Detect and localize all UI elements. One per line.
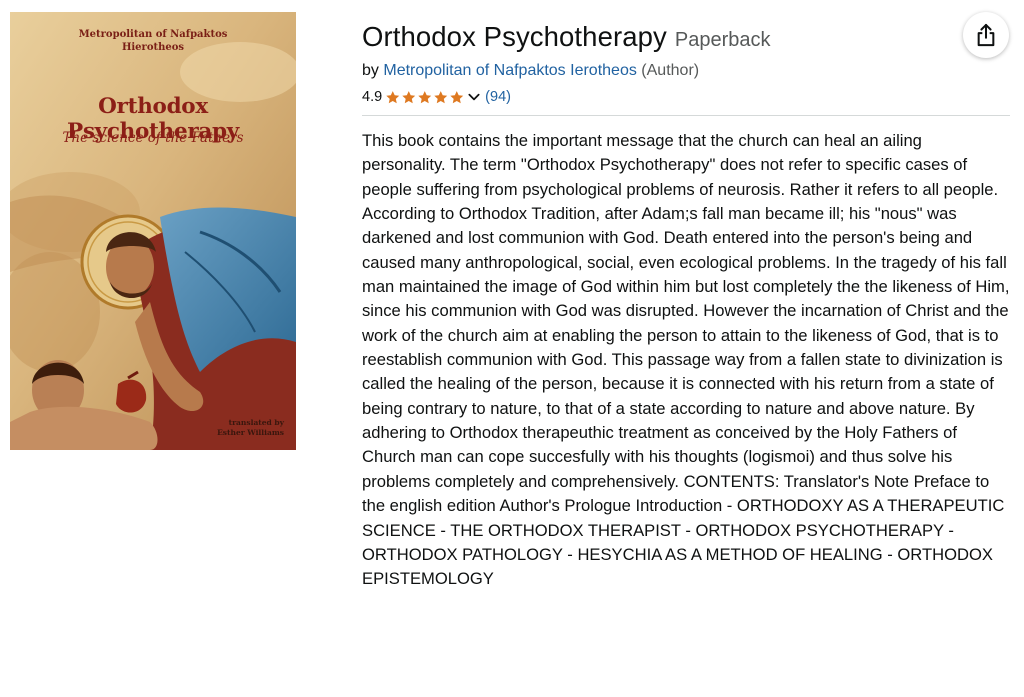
review-count-link[interactable]: (94) <box>485 87 511 107</box>
rating-value: 4.9 <box>362 89 383 105</box>
author-role: (Author) <box>641 62 700 79</box>
product-title: Orthodox Psychotherapy <box>362 21 667 52</box>
star-rating[interactable] <box>385 90 465 105</box>
divider <box>362 115 1010 116</box>
product-details: Orthodox Psychotherapy Paperback by Metr… <box>362 16 1010 592</box>
star-icon <box>386 90 400 103</box>
rating-row: 4.9 (94) <box>362 87 1010 107</box>
star-icon <box>402 90 416 103</box>
cover-subtitle: The science of the Fathers <box>62 130 244 146</box>
share-button[interactable] <box>963 12 1009 58</box>
star-icon <box>418 90 432 103</box>
cover-icon-painting <box>10 12 296 450</box>
star-icon <box>450 90 464 103</box>
cover-author-line2: Hierotheos <box>121 42 185 53</box>
book-cover-image[interactable]: Metropolitan of Nafpaktos Hierotheos Ort… <box>10 12 296 450</box>
cover-translator-line1: translated by <box>228 418 284 427</box>
cover-translator: translated by Esther Williams <box>217 418 284 438</box>
cover-translator-line2: Esther Williams <box>217 428 284 437</box>
star-icon <box>434 90 448 103</box>
product-description: This book contains the important message… <box>362 131 1010 589</box>
title-row: Orthodox Psychotherapy Paperback <box>362 16 1010 58</box>
cover-author: Metropolitan of Nafpaktos Hierotheos <box>10 28 296 54</box>
byline: by Metropolitan of Nafpaktos Ierotheos (… <box>362 59 1010 83</box>
cover-author-line1: Metropolitan of Nafpaktos <box>78 29 228 40</box>
author-link[interactable]: Metropolitan of Nafpaktos Ierotheos <box>383 62 636 79</box>
share-icon <box>977 23 995 47</box>
product-format: Paperback <box>674 29 771 51</box>
chevron-down-icon[interactable] <box>467 90 481 104</box>
by-label: by <box>362 62 379 79</box>
